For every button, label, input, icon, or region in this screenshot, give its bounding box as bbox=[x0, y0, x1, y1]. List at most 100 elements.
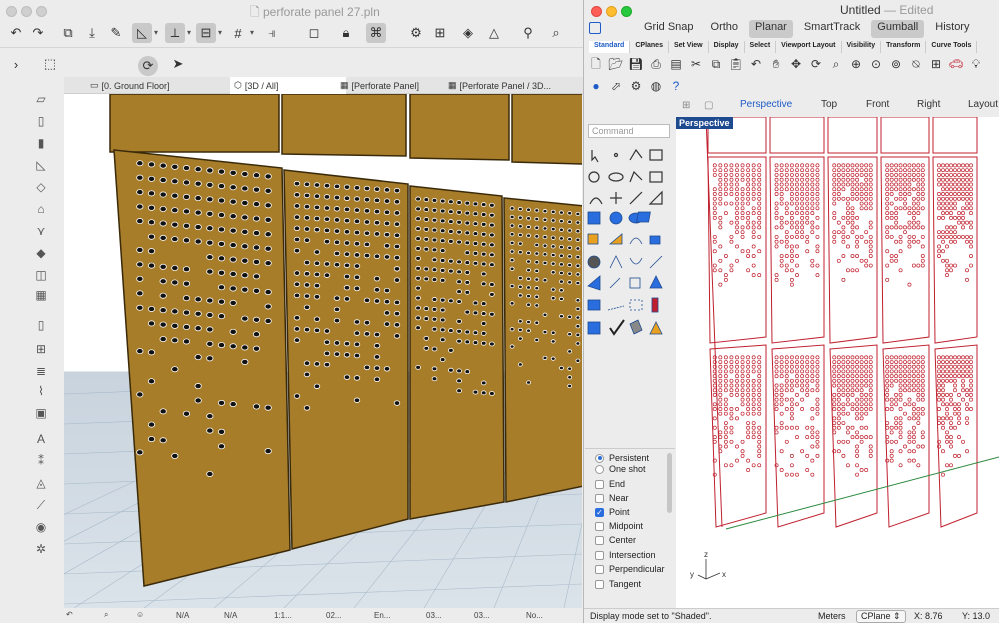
pointer-icon[interactable]: ⬀ bbox=[608, 78, 624, 94]
curtain-wall-tool-icon[interactable]: ▦ bbox=[32, 288, 50, 302]
snap-perpendicular[interactable]: Perpendicular bbox=[595, 564, 665, 574]
import-icon[interactable]: ▤ bbox=[668, 56, 684, 72]
chevron-down-icon[interactable]: ▾ bbox=[250, 28, 254, 37]
window-minimize-button[interactable] bbox=[606, 6, 617, 17]
viewport-label[interactable]: Perspective bbox=[676, 117, 733, 129]
rotate-icon[interactable] bbox=[629, 257, 643, 265]
chevron-down-icon[interactable]: ▾ bbox=[154, 28, 158, 37]
save-icon[interactable]: 💾︎ bbox=[628, 56, 644, 72]
split-icon[interactable] bbox=[608, 233, 623, 245]
point-icon[interactable] bbox=[613, 152, 619, 158]
layer-icon[interactable]: ⧉ bbox=[58, 23, 78, 43]
layer-icon[interactable] bbox=[587, 299, 601, 311]
ortho-toggle[interactable]: Ortho bbox=[705, 20, 745, 38]
roof-tool-icon[interactable]: ⌂ bbox=[32, 202, 50, 216]
cut-icon[interactable]: ✂ bbox=[688, 56, 704, 72]
tab-perspective[interactable]: Perspective bbox=[740, 99, 792, 110]
magic-wand-icon[interactable]: ⌘ bbox=[366, 23, 386, 43]
gravity-icon[interactable]: ⊟ bbox=[196, 23, 216, 43]
archicad-3d-view[interactable] bbox=[64, 94, 582, 608]
sphere-icon[interactable] bbox=[609, 211, 623, 225]
snap-end[interactable]: End bbox=[595, 479, 625, 489]
snap-intersection[interactable]: Intersection bbox=[595, 550, 656, 560]
zoom-selected-icon[interactable]: ⊚ bbox=[888, 56, 904, 72]
chevron-down-icon[interactable]: ▾ bbox=[187, 28, 191, 37]
text-tool-icon[interactable]: A bbox=[32, 432, 50, 446]
magnify-icon[interactable]: ⌕ bbox=[546, 23, 566, 43]
tab-set-view[interactable]: Set View bbox=[669, 41, 709, 53]
tab-standard[interactable]: Standard bbox=[589, 41, 631, 53]
car-icon[interactable]: 🚗︎ bbox=[948, 56, 964, 72]
wall-tool-icon[interactable]: ▱ bbox=[32, 92, 50, 106]
offset-icon[interactable] bbox=[629, 237, 643, 245]
lightbulb-icon[interactable]: 💡︎ bbox=[968, 56, 984, 72]
units-label[interactable]: Meters bbox=[818, 611, 846, 621]
smarttrack-toggle[interactable]: SmartTrack bbox=[798, 20, 866, 38]
zoom-icon[interactable]: ⌕ bbox=[104, 610, 108, 620]
rotate-view-icon[interactable]: ⟳ bbox=[808, 56, 824, 72]
fillet-icon[interactable] bbox=[610, 192, 622, 204]
group-icon[interactable] bbox=[629, 277, 641, 289]
chevron-right-icon[interactable]: › bbox=[6, 54, 26, 74]
snap-one-shot[interactable]: One shot bbox=[595, 464, 646, 474]
sidebar-toggle-icon[interactable] bbox=[589, 22, 601, 34]
object-tool-icon[interactable]: ▣ bbox=[32, 406, 50, 420]
surface-icon[interactable] bbox=[648, 190, 663, 205]
status-set-1[interactable]: 03... bbox=[426, 611, 442, 620]
tab-curve-tools[interactable]: Curve Tools bbox=[926, 41, 978, 53]
stair-tool-icon[interactable]: ≣ bbox=[32, 364, 50, 378]
tab-perforate-panel[interactable]: ▦ [Perforate Panel] bbox=[336, 77, 423, 94]
select-arrow-icon[interactable] bbox=[591, 150, 599, 163]
extend-icon[interactable] bbox=[629, 191, 643, 205]
label-tool-icon[interactable]: ⁑ bbox=[32, 454, 50, 468]
rect-select-icon[interactable]: ⬚ bbox=[40, 54, 60, 74]
mesh-icon[interactable] bbox=[629, 319, 643, 335]
rhino-perspective-viewport[interactable]: z x y bbox=[676, 117, 999, 608]
pointer-icon[interactable]: ⚲ bbox=[518, 23, 538, 43]
element-icon[interactable]: ⚙ bbox=[406, 23, 426, 43]
move-view-icon[interactable]: ✥ bbox=[788, 56, 804, 72]
door-icon[interactable]: ▯ bbox=[32, 318, 50, 332]
history-toggle[interactable]: History bbox=[929, 20, 975, 38]
planar-toggle[interactable]: Planar bbox=[749, 20, 793, 38]
rectangle-icon[interactable] bbox=[649, 171, 663, 183]
column-tool-icon[interactable]: ▮ bbox=[32, 136, 50, 150]
box-icon[interactable] bbox=[587, 211, 601, 225]
render-sphere-icon[interactable]: ● bbox=[588, 78, 604, 94]
grid-points-icon[interactable] bbox=[629, 299, 643, 311]
tab-3d-all[interactable]: ⬡ [3D / All] bbox=[230, 77, 346, 94]
grid-snap-toggle[interactable]: Grid Snap bbox=[638, 20, 700, 38]
render-tool-icon[interactable] bbox=[649, 321, 663, 335]
mirror-icon[interactable]: ⊞ bbox=[430, 23, 450, 43]
explode-icon[interactable] bbox=[587, 233, 599, 245]
scale-icon[interactable] bbox=[649, 255, 663, 269]
snap-tangent[interactable]: Tangent bbox=[595, 579, 641, 589]
viewport-layout-icon[interactable]: ⊞ bbox=[928, 56, 944, 72]
copy-icon[interactable]: ⧉ bbox=[708, 56, 724, 72]
single-view-icon[interactable]: ▢ bbox=[704, 100, 713, 111]
tab-top[interactable]: Top bbox=[821, 99, 837, 110]
checkmark-icon[interactable] bbox=[609, 319, 625, 336]
cplane-select[interactable]: CPlane ⇕ bbox=[856, 610, 906, 623]
arrow-cursor-icon[interactable]: ➤ bbox=[168, 54, 188, 74]
zoom-extents-icon[interactable]: ⊙ bbox=[868, 56, 884, 72]
tab-select[interactable]: Select bbox=[745, 41, 777, 53]
walk-icon[interactable]: ☺ bbox=[136, 610, 144, 619]
pan-icon[interactable]: ✋︎ bbox=[768, 56, 784, 72]
window-zoom-button[interactable] bbox=[36, 6, 47, 17]
material-icon[interactable]: ◍ bbox=[648, 78, 664, 94]
tab-viewport-layout[interactable]: Viewport Layout bbox=[776, 41, 842, 53]
plugin-icon[interactable] bbox=[651, 297, 659, 313]
gumball-toggle[interactable]: Gumball bbox=[871, 20, 925, 38]
control-points-icon[interactable] bbox=[649, 149, 663, 161]
render-icon[interactable]: ⚙ bbox=[628, 78, 644, 94]
guide-icon[interactable]: ◺ bbox=[132, 23, 152, 43]
view-icon[interactable]: ◻ bbox=[304, 23, 324, 43]
snap-near[interactable]: Near bbox=[595, 493, 629, 503]
mirror-icon[interactable] bbox=[587, 275, 601, 291]
snap-center[interactable]: Center bbox=[595, 535, 636, 545]
triangle-icon[interactable]: △ bbox=[484, 23, 504, 43]
tab-visibility[interactable]: Visibility bbox=[842, 41, 882, 53]
undo-view-icon[interactable]: ⍉ bbox=[908, 56, 924, 72]
tab-perforate-panel-3d[interactable]: ▦ [Perforate Panel / 3D... bbox=[444, 77, 555, 94]
